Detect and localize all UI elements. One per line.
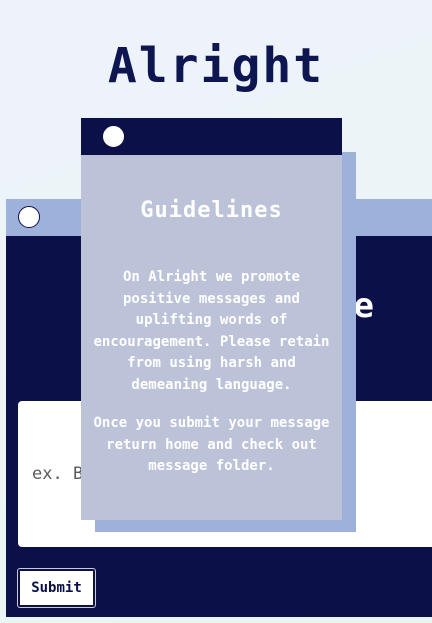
- guidelines-popup: Guidelines On Alright we promote positiv…: [81, 118, 342, 520]
- guidelines-paragraph-1: On Alright we promote positive messages …: [93, 269, 330, 393]
- submit-button[interactable]: Submit: [18, 569, 95, 607]
- window-dot-icon: [18, 206, 40, 228]
- guidelines-titlebar: [81, 118, 342, 155]
- guidelines-heading: Guidelines: [140, 198, 283, 223]
- guidelines-paragraph-2: Once you submit your message return home…: [93, 415, 330, 474]
- app-title: Alright: [107, 38, 325, 94]
- close-dot-icon[interactable]: [102, 125, 125, 148]
